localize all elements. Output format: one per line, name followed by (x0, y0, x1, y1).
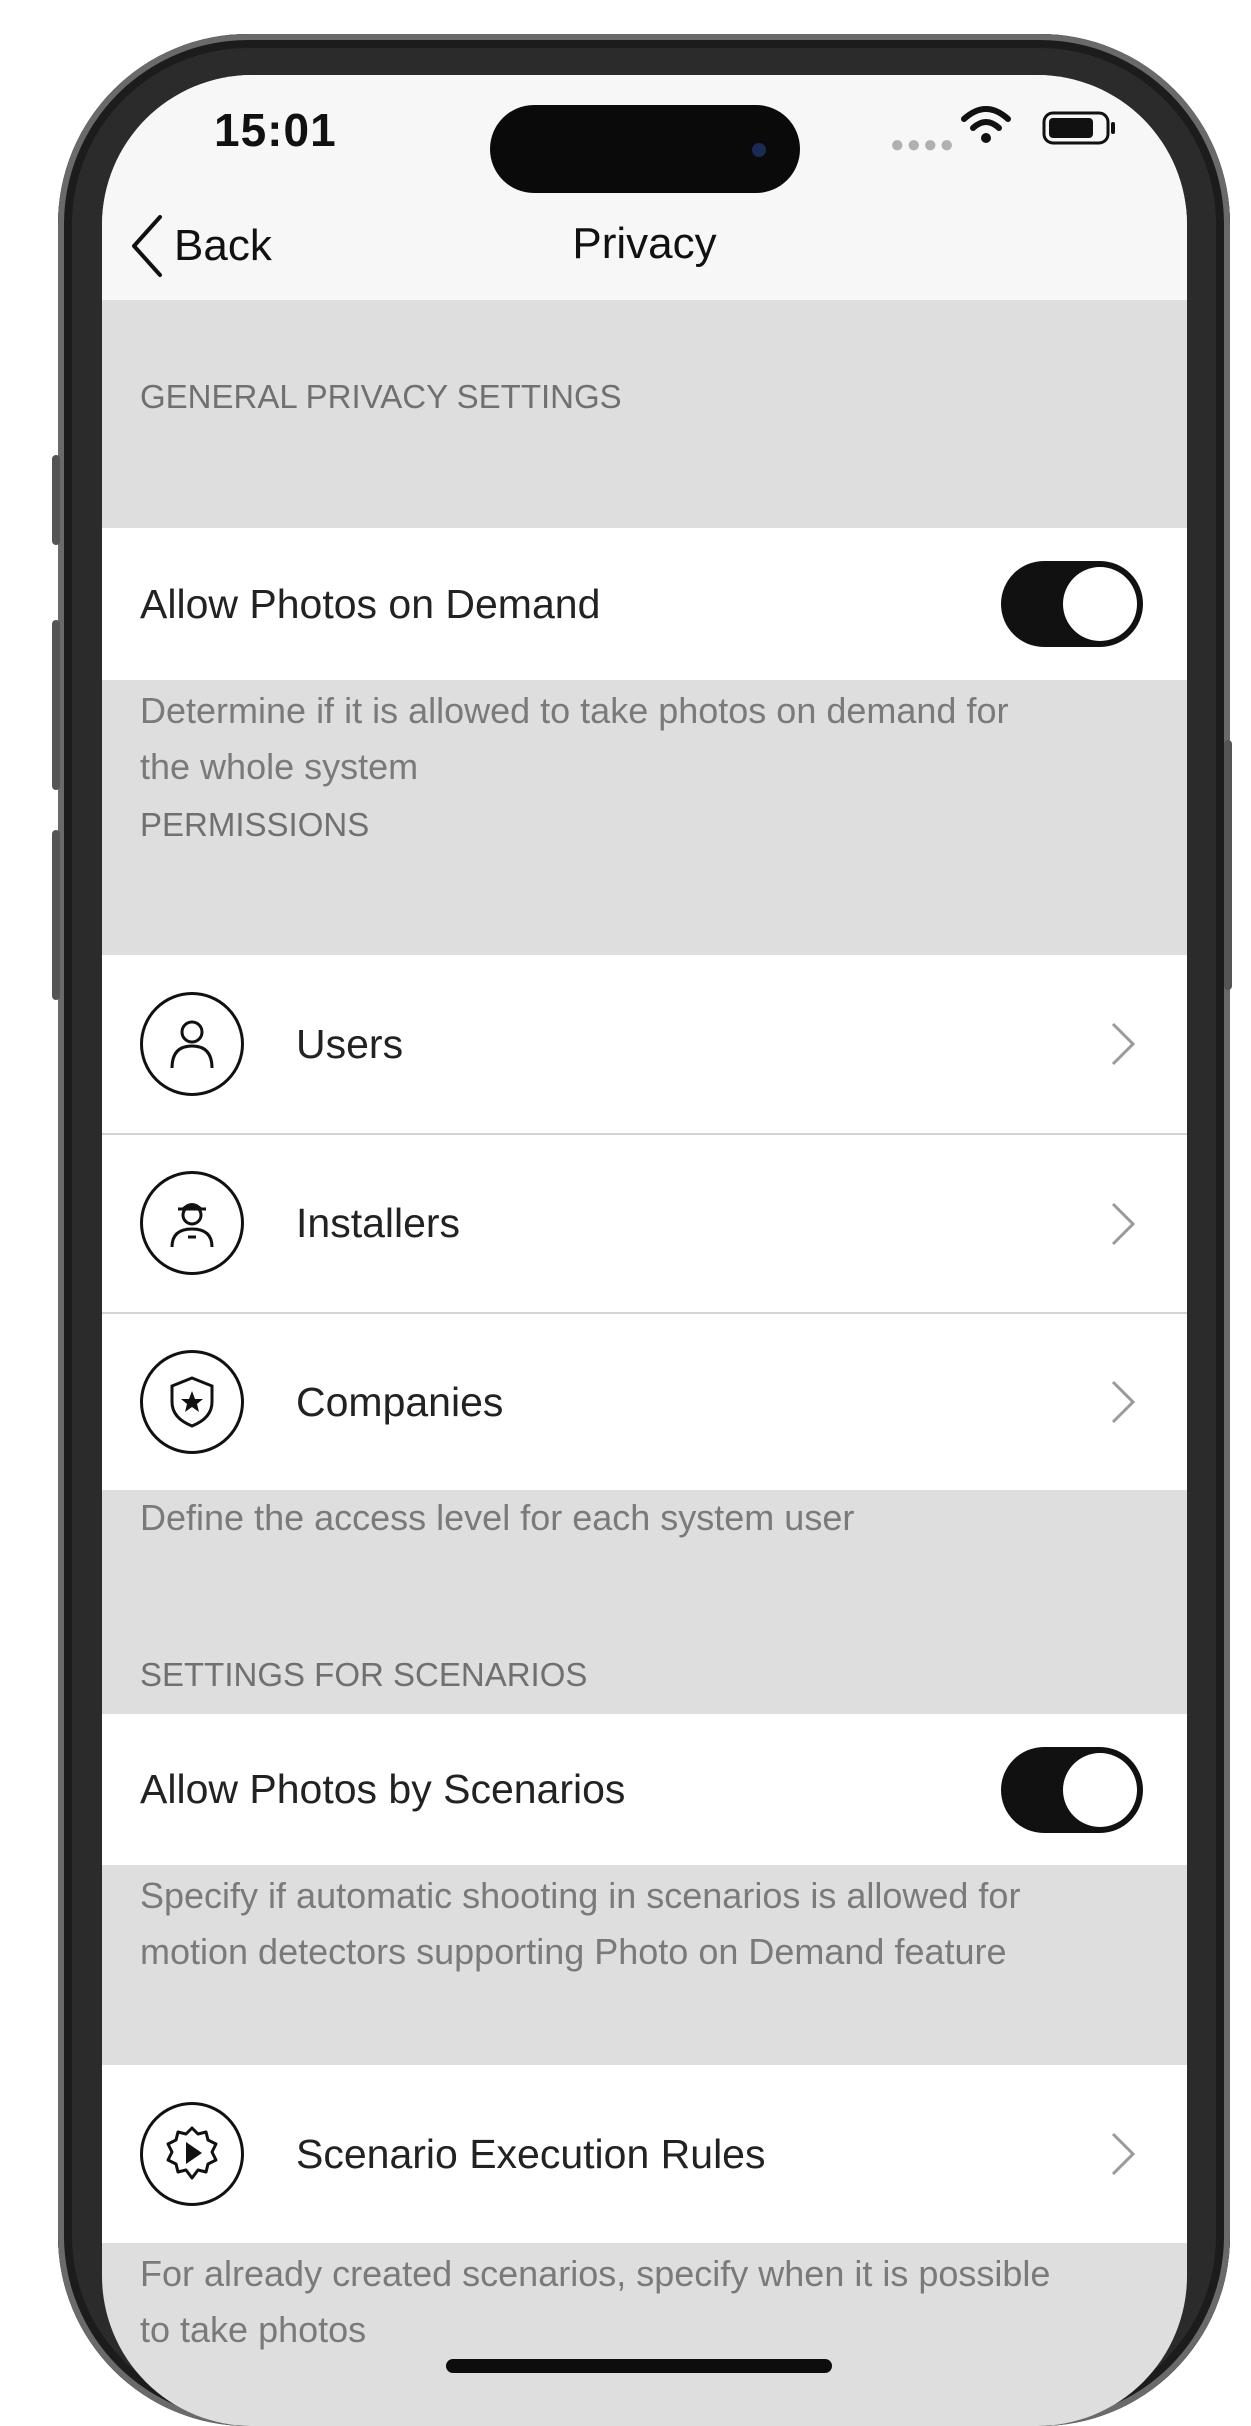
general-footnote-line2: the whole system (140, 746, 419, 787)
allow-photos-on-demand-label: Allow Photos on Demand (140, 580, 601, 627)
cellular-signal-icon: ●●●● (890, 131, 956, 158)
permissions-item-label: Companies (296, 1378, 504, 1425)
chevron-right-icon (1111, 1380, 1136, 1424)
status-time: 15:01 (214, 104, 337, 156)
scenarios-footnote-line1: Specify if automatic shooting in scenari… (140, 1875, 1021, 1916)
permissions-item-users[interactable]: Users (102, 955, 1187, 1133)
general-footnote: Determine if it is allowed to take photo… (140, 683, 1140, 795)
permissions-footnote: Define the access level for each system … (140, 1497, 855, 1538)
home-indicator[interactable] (446, 2359, 832, 2373)
camera-icon (752, 143, 766, 157)
scenarios-footnote-line2: motion detectors supporting Photo on Dem… (140, 1931, 1007, 1972)
user-icon (140, 992, 244, 1096)
shield-star-icon (140, 1350, 244, 1454)
section-header-general: GENERAL PRIVACY SETTINGS (140, 378, 622, 415)
toggle-knob (1063, 567, 1137, 641)
installer-icon (140, 1171, 244, 1275)
permissions-item-label: Users (296, 1020, 404, 1067)
volume-up-button (52, 620, 60, 790)
allow-photos-by-scenarios-toggle[interactable] (1001, 1746, 1143, 1833)
section-header-scenarios: SETTINGS FOR SCENARIOS (140, 1656, 588, 1693)
silent-switch (52, 455, 60, 545)
allow-photos-on-demand-toggle[interactable] (1001, 561, 1143, 647)
scenario-execution-rules-label: Scenario Execution Rules (296, 2130, 766, 2177)
power-button (1224, 740, 1232, 990)
scenarios-footnote: Specify if automatic shooting in scenari… (140, 1868, 1140, 1980)
permissions-item-label: Installers (296, 1200, 461, 1246)
section-header-permissions: PERMISSIONS (140, 806, 370, 843)
allow-photos-on-demand-row: Allow Photos on Demand (102, 528, 1187, 680)
chevron-right-icon (1111, 1202, 1136, 1245)
allow-photos-by-scenarios-row: Allow Photos by Scenarios (102, 1714, 1187, 1865)
gear-play-icon (140, 2102, 244, 2206)
general-footnote-line1: Determine if it is allowed to take photo… (140, 690, 1009, 731)
status-bar: 15:01 ●●●● Back Privacy (102, 75, 1187, 300)
wifi-icon (961, 106, 1011, 143)
battery-icon (1042, 111, 1115, 145)
scenario-execution-rules-row[interactable]: Scenario Execution Rules (102, 2065, 1187, 2243)
chevron-right-icon (1111, 2132, 1136, 2176)
permissions-item-installers[interactable]: Installers (102, 1135, 1187, 1312)
app-screen: 15:01 ●●●● Back Privacy GENERAL PRIVACY … (102, 75, 1187, 2426)
rules-footnote: For already created scenarios, specify w… (140, 2246, 1140, 2358)
page-title: Privacy (572, 219, 717, 268)
volume-down-button (52, 830, 60, 1000)
allow-photos-by-scenarios-label: Allow Photos by Scenarios (140, 1766, 626, 1812)
dynamic-island (490, 105, 800, 193)
permissions-item-companies[interactable]: Companies (102, 1314, 1187, 1490)
rules-footnote-line2: to take photos (140, 2309, 367, 2350)
chevron-right-icon (1111, 1022, 1136, 1066)
rules-footnote-line1: For already created scenarios, specify w… (140, 2253, 1051, 2294)
toggle-knob (1063, 1752, 1137, 1827)
